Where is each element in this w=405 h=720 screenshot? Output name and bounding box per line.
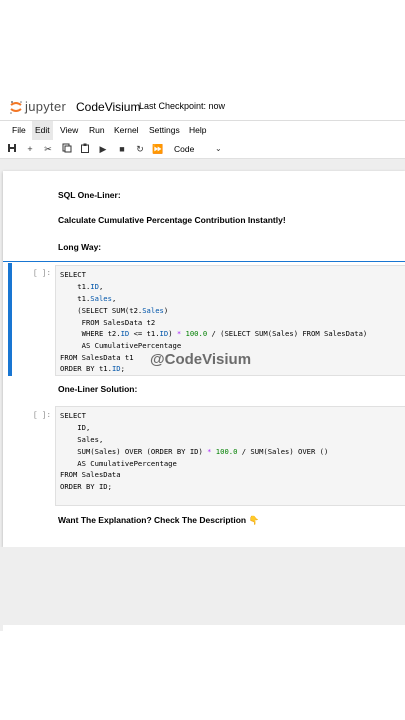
save-icon[interactable] bbox=[6, 143, 18, 155]
markdown-explanation: Want The Explanation? Check The Descript… bbox=[58, 515, 260, 525]
menu-file[interactable]: File bbox=[9, 121, 29, 140]
add-icon[interactable]: + bbox=[24, 143, 36, 155]
code-line: ORDER BY ID; bbox=[60, 482, 112, 491]
menu-edit[interactable]: Edit bbox=[32, 121, 53, 140]
menu-settings[interactable]: Settings bbox=[146, 121, 183, 140]
cell-prompt: [ ]: bbox=[33, 270, 52, 278]
code-line: FROM SalesData t1 bbox=[60, 353, 134, 362]
watermark: @CodeVisium bbox=[150, 351, 252, 368]
markdown-heading-long-way: Long Way: bbox=[58, 242, 102, 252]
markdown-heading-calculate: Calculate Cumulative Percentage Contribu… bbox=[58, 215, 286, 225]
code-line: (SELECT SUM(t2.Sales) bbox=[60, 306, 169, 315]
code-line: FROM SalesData bbox=[60, 470, 121, 479]
notebook-toolbar: + ✂ ▶ ■ ↻ ⏩ Code ⌄ bbox=[0, 140, 405, 159]
cut-icon[interactable]: ✂ bbox=[42, 143, 54, 155]
code-line: SELECT bbox=[60, 270, 86, 279]
code-line: SUM(Sales) OVER (ORDER BY ID) * 100.0 / … bbox=[60, 447, 329, 456]
jupyter-logo-text: jupyter bbox=[25, 99, 67, 114]
code-line: WHERE t2.ID <= t1.ID) * 100.0 / (SELECT … bbox=[60, 329, 368, 338]
chevron-down-icon[interactable]: ⌄ bbox=[215, 142, 222, 156]
code-line: AS CumulativePercentage bbox=[60, 459, 177, 468]
run-icon[interactable]: ▶ bbox=[97, 143, 109, 155]
menu-view[interactable]: View bbox=[57, 121, 81, 140]
cell-type-select[interactable]: Code bbox=[174, 142, 194, 156]
menu-kernel[interactable]: Kernel bbox=[111, 121, 142, 140]
code-line: ID, bbox=[60, 423, 91, 432]
code-cell-one-liner[interactable]: [ ]: SELECT ID, Sales, SUM(Sales) OVER (… bbox=[3, 406, 405, 506]
code-editor[interactable]: SELECT ID, Sales, SUM(Sales) OVER (ORDER… bbox=[55, 406, 405, 506]
code-line: t1.ID, bbox=[60, 282, 104, 291]
jupyter-logo-icon bbox=[9, 100, 23, 114]
code-line: Sales, bbox=[60, 435, 104, 444]
toolbar-gap bbox=[0, 159, 405, 171]
code-line: SELECT bbox=[60, 411, 86, 420]
fast-forward-icon[interactable]: ⏩ bbox=[152, 143, 164, 155]
jupyter-logo[interactable]: jupyter bbox=[9, 99, 66, 114]
markdown-heading-sql-one-liner: SQL One-Liner: bbox=[58, 190, 121, 200]
menu-bar: File Edit View Run Kernel Settings Help bbox=[0, 120, 405, 141]
code-line: AS CumulativePercentage bbox=[60, 341, 182, 350]
notebook-title[interactable]: CodeVisium bbox=[76, 100, 140, 114]
top-blank-area bbox=[0, 0, 405, 95]
restart-icon[interactable]: ↻ bbox=[134, 143, 146, 155]
jupyter-header: jupyter CodeVisium Last Checkpoint: now bbox=[0, 95, 405, 120]
checkpoint-status: Last Checkpoint: now bbox=[139, 101, 226, 111]
code-line: ORDER BY t1.ID; bbox=[60, 364, 125, 373]
menu-run[interactable]: Run bbox=[86, 121, 108, 140]
markdown-heading-one-liner-solution: One-Liner Solution: bbox=[58, 384, 138, 394]
paste-icon[interactable] bbox=[79, 143, 91, 155]
notebook-bottom-area bbox=[0, 547, 405, 625]
code-line: FROM SalesData t2 bbox=[60, 318, 156, 327]
cell-prompt: [ ]: bbox=[33, 412, 52, 420]
active-cell-bar bbox=[8, 263, 12, 376]
code-line: t1.Sales, bbox=[60, 294, 117, 303]
menu-help[interactable]: Help bbox=[186, 121, 209, 140]
copy-icon[interactable] bbox=[61, 143, 73, 155]
stop-icon[interactable]: ■ bbox=[116, 143, 128, 155]
cell-selection-line bbox=[3, 261, 405, 262]
